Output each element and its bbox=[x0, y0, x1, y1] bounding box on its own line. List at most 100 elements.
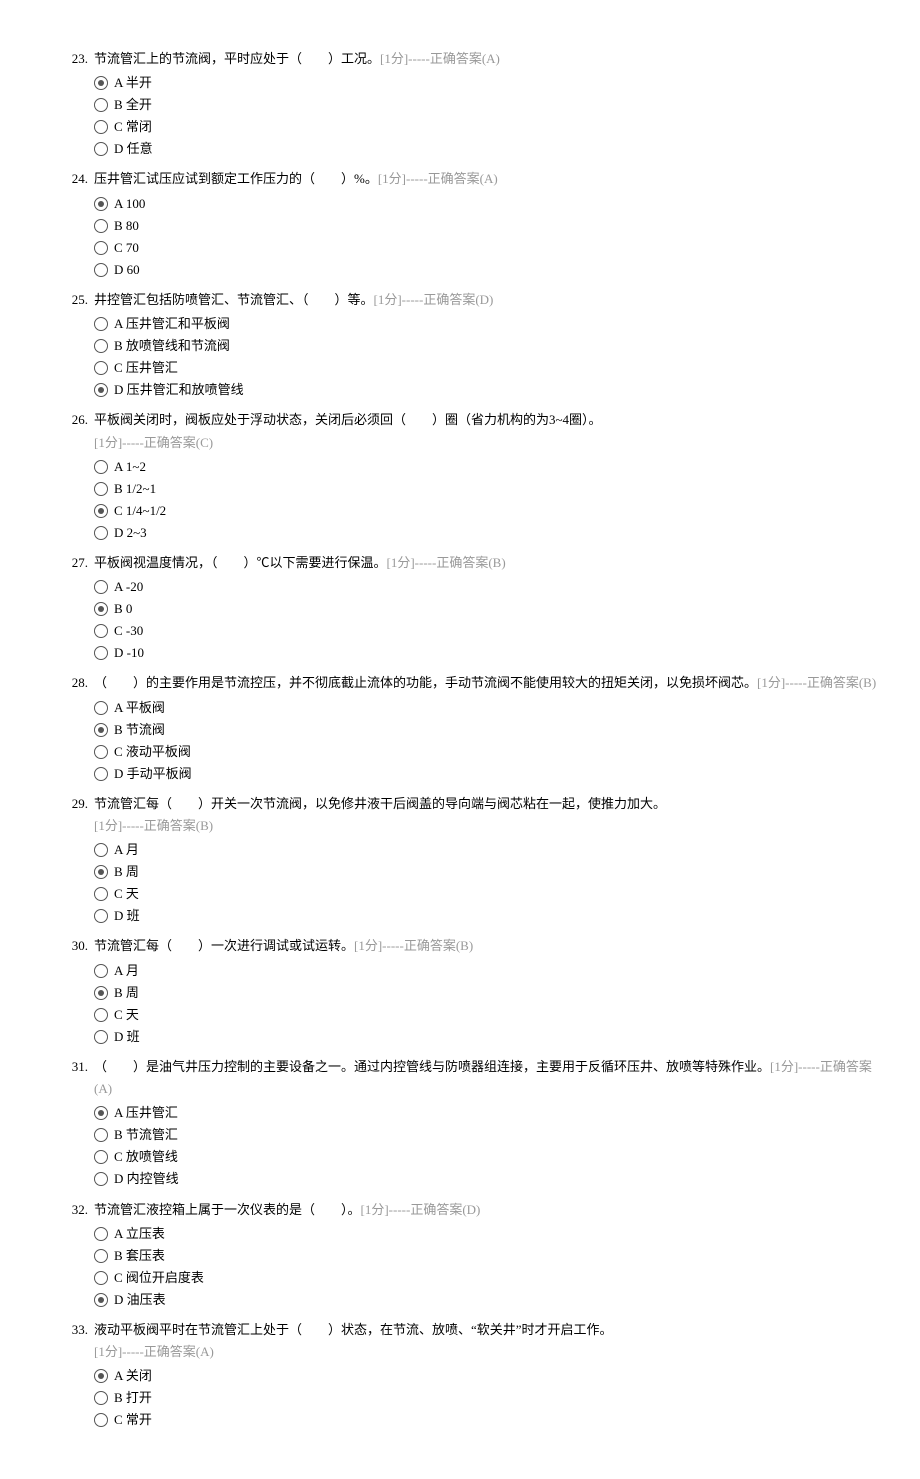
radio-icon[interactable] bbox=[94, 723, 108, 737]
question-stem: 平板阀视温度情况，（ ）℃以下需要进行保温。 bbox=[94, 555, 387, 570]
radio-icon[interactable] bbox=[94, 701, 108, 715]
radio-icon[interactable] bbox=[94, 142, 108, 156]
option[interactable]: B 放喷管线和节流阀 bbox=[94, 335, 880, 357]
radio-icon[interactable] bbox=[94, 1172, 108, 1186]
option[interactable]: B 节流管汇 bbox=[94, 1124, 880, 1146]
option-list: A 立压表B 套压表C 阀位开启度表D 油压表 bbox=[94, 1223, 880, 1311]
radio-icon[interactable] bbox=[94, 1227, 108, 1241]
radio-icon[interactable] bbox=[94, 263, 108, 277]
radio-icon[interactable] bbox=[94, 964, 108, 978]
radio-icon[interactable] bbox=[94, 219, 108, 233]
question-header: 33.液动平板阀平时在节流管汇上处于（ ）状态，在节流、放喷、“软关井”时才开启… bbox=[60, 1319, 880, 1341]
option[interactable]: B 0 bbox=[94, 598, 880, 620]
option[interactable]: C 天 bbox=[94, 1004, 880, 1026]
option[interactable]: A 月 bbox=[94, 960, 880, 982]
radio-icon[interactable] bbox=[94, 1128, 108, 1142]
question-header: 29.节流管汇每（ ）开关一次节流阀，以免修井液干后阀盖的导向端与阀芯粘在一起，… bbox=[60, 793, 880, 815]
option[interactable]: A 关闭 bbox=[94, 1365, 880, 1387]
option[interactable]: D -10 bbox=[94, 642, 880, 664]
option[interactable]: C 压井管汇 bbox=[94, 357, 880, 379]
option[interactable]: B 节流阀 bbox=[94, 719, 880, 741]
radio-icon[interactable] bbox=[94, 1008, 108, 1022]
question-number: 23. bbox=[60, 48, 88, 70]
option[interactable]: D 任意 bbox=[94, 138, 880, 160]
radio-icon[interactable] bbox=[94, 460, 108, 474]
question-header: 26.平板阀关闭时，阀板应处于浮动状态，关闭后必须回（ ）圈（省力机构的为3~4… bbox=[60, 409, 880, 431]
radio-icon[interactable] bbox=[94, 339, 108, 353]
option[interactable]: A 1~2 bbox=[94, 456, 880, 478]
radio-icon[interactable] bbox=[94, 482, 108, 496]
radio-icon[interactable] bbox=[94, 1293, 108, 1307]
radio-icon[interactable] bbox=[94, 580, 108, 594]
question: 27.平板阀视温度情况，（ ）℃以下需要进行保温。[1分]-----正确答案(B… bbox=[60, 552, 880, 664]
option-label: B 节流阀 bbox=[114, 719, 165, 741]
option[interactable]: C 天 bbox=[94, 883, 880, 905]
option[interactable]: A 100 bbox=[94, 193, 880, 215]
option[interactable]: B 80 bbox=[94, 215, 880, 237]
radio-icon[interactable] bbox=[94, 843, 108, 857]
option-label: A 平板阀 bbox=[114, 697, 165, 719]
option[interactable]: D 2~3 bbox=[94, 522, 880, 544]
option[interactable]: B 全开 bbox=[94, 94, 880, 116]
option-label: C 天 bbox=[114, 1004, 139, 1026]
option[interactable]: C 放喷管线 bbox=[94, 1146, 880, 1168]
option[interactable]: C 70 bbox=[94, 237, 880, 259]
radio-icon[interactable] bbox=[94, 383, 108, 397]
radio-icon[interactable] bbox=[94, 909, 108, 923]
radio-icon[interactable] bbox=[94, 241, 108, 255]
option[interactable]: A 压井管汇和平板阀 bbox=[94, 313, 880, 335]
radio-icon[interactable] bbox=[94, 887, 108, 901]
radio-icon[interactable] bbox=[94, 197, 108, 211]
option[interactable]: A 压井管汇 bbox=[94, 1102, 880, 1124]
option[interactable]: C -30 bbox=[94, 620, 880, 642]
radio-icon[interactable] bbox=[94, 624, 108, 638]
question-text: 节流管汇上的节流阀，平时应处于（ ）工况。[1分]-----正确答案(A) bbox=[94, 48, 880, 70]
option[interactable]: C 1/4~1/2 bbox=[94, 500, 880, 522]
radio-icon[interactable] bbox=[94, 602, 108, 616]
question-stem: 压井管汇试压应试到额定工作压力的（ ）%。 bbox=[94, 171, 378, 186]
option[interactable]: A 立压表 bbox=[94, 1223, 880, 1245]
radio-icon[interactable] bbox=[94, 1271, 108, 1285]
option[interactable]: A -20 bbox=[94, 576, 880, 598]
radio-icon[interactable] bbox=[94, 76, 108, 90]
option[interactable]: D 60 bbox=[94, 259, 880, 281]
option[interactable]: C 阀位开启度表 bbox=[94, 1267, 880, 1289]
radio-icon[interactable] bbox=[94, 865, 108, 879]
radio-icon[interactable] bbox=[94, 1106, 108, 1120]
option[interactable]: C 液动平板阀 bbox=[94, 741, 880, 763]
radio-icon[interactable] bbox=[94, 1369, 108, 1383]
option[interactable]: C 常闭 bbox=[94, 116, 880, 138]
radio-icon[interactable] bbox=[94, 361, 108, 375]
option[interactable]: B 套压表 bbox=[94, 1245, 880, 1267]
option[interactable]: B 周 bbox=[94, 982, 880, 1004]
question-stem: 节流管汇每（ ）一次进行调试或试运转。 bbox=[94, 938, 354, 953]
option[interactable]: B 1/2~1 bbox=[94, 478, 880, 500]
radio-icon[interactable] bbox=[94, 1391, 108, 1405]
radio-icon[interactable] bbox=[94, 745, 108, 759]
radio-icon[interactable] bbox=[94, 1150, 108, 1164]
radio-icon[interactable] bbox=[94, 767, 108, 781]
radio-icon[interactable] bbox=[94, 1413, 108, 1427]
option[interactable]: D 班 bbox=[94, 905, 880, 927]
radio-icon[interactable] bbox=[94, 504, 108, 518]
option[interactable]: A 月 bbox=[94, 839, 880, 861]
radio-icon[interactable] bbox=[94, 646, 108, 660]
radio-icon[interactable] bbox=[94, 526, 108, 540]
option[interactable]: D 手动平板阀 bbox=[94, 763, 880, 785]
radio-icon[interactable] bbox=[94, 120, 108, 134]
option[interactable]: B 周 bbox=[94, 861, 880, 883]
radio-icon[interactable] bbox=[94, 1249, 108, 1263]
radio-icon[interactable] bbox=[94, 317, 108, 331]
question-text: （ ）的主要作用是节流控压，并不彻底截止流体的功能，手动节流阀不能使用较大的扭矩… bbox=[94, 672, 880, 694]
option[interactable]: D 油压表 bbox=[94, 1289, 880, 1311]
radio-icon[interactable] bbox=[94, 986, 108, 1000]
radio-icon[interactable] bbox=[94, 1030, 108, 1044]
radio-icon[interactable] bbox=[94, 98, 108, 112]
option[interactable]: D 班 bbox=[94, 1026, 880, 1048]
option[interactable]: A 半开 bbox=[94, 72, 880, 94]
option[interactable]: C 常开 bbox=[94, 1409, 880, 1431]
option[interactable]: B 打开 bbox=[94, 1387, 880, 1409]
option[interactable]: D 内控管线 bbox=[94, 1168, 880, 1190]
option[interactable]: A 平板阀 bbox=[94, 697, 880, 719]
option[interactable]: D 压井管汇和放喷管线 bbox=[94, 379, 880, 401]
